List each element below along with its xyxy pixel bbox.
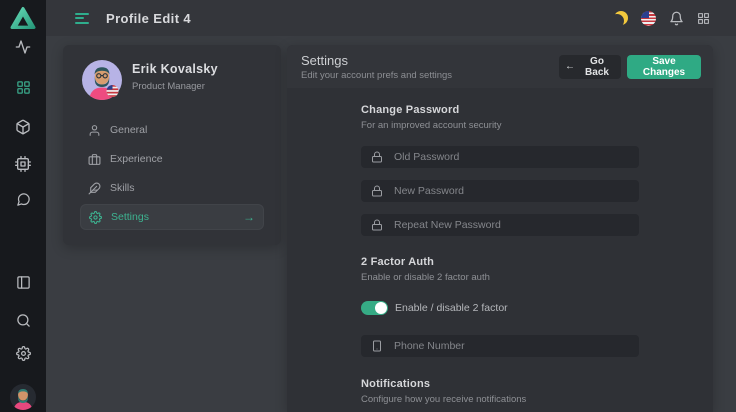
- new-password-input[interactable]: [392, 184, 629, 198]
- gear-icon[interactable]: [0, 346, 46, 361]
- two-factor-subtitle: Enable or disable 2 factor auth: [361, 272, 639, 283]
- topbar: Profile Edit 4: [46, 0, 736, 36]
- go-back-button[interactable]: ← Go Back: [559, 55, 621, 79]
- two-factor-toggle-row: Enable / disable 2 factor: [361, 301, 639, 315]
- notifications-subtitle: Configure how you receive notifications: [361, 394, 639, 405]
- panel-title: Settings: [301, 53, 452, 68]
- notifications-title: Notifications: [361, 378, 639, 391]
- us-flag-icon[interactable]: [641, 11, 656, 26]
- settings-panel: Settings Edit your account prefs and set…: [287, 45, 713, 412]
- menu-item-experience[interactable]: Experience: [80, 146, 264, 172]
- menu-item-label: Experience: [110, 153, 163, 165]
- repeat-password-input[interactable]: [392, 218, 629, 232]
- old-password-field[interactable]: [361, 146, 639, 168]
- new-password-field[interactable]: [361, 180, 639, 202]
- app-window: Profile Edit 4: [0, 0, 736, 412]
- lock-icon: [371, 151, 383, 163]
- briefcase-icon: [88, 153, 101, 166]
- arrow-right-icon: →: [243, 210, 255, 224]
- change-password-subtitle: For an improved account security: [361, 120, 639, 131]
- chat-icon[interactable]: [0, 192, 46, 207]
- repeat-password-field[interactable]: [361, 214, 639, 236]
- sidebar-user-avatar[interactable]: [0, 384, 46, 410]
- change-password-title: Change Password: [361, 104, 639, 117]
- feather-icon: [88, 182, 101, 195]
- lock-icon: [371, 219, 383, 231]
- page-title: Profile Edit 4: [106, 11, 191, 26]
- panel-subtitle: Edit your account prefs and settings: [301, 70, 452, 81]
- profile-menu: General Experience Skills Settings →: [80, 117, 264, 230]
- back-arrow-icon: ←: [565, 61, 575, 72]
- save-changes-button[interactable]: Save Changes: [627, 55, 701, 79]
- menu-item-skills[interactable]: Skills: [80, 175, 264, 201]
- user-icon: [88, 124, 101, 137]
- country-flag-badge: [107, 85, 119, 97]
- box-icon[interactable]: [0, 119, 46, 135]
- profile-avatar: [82, 60, 122, 100]
- sidebar: [0, 0, 46, 412]
- two-factor-toggle[interactable]: [361, 301, 388, 315]
- menu-item-label: Settings: [111, 211, 149, 223]
- menu-toggle-icon[interactable]: [75, 13, 89, 24]
- profile-card: Erik Kovalsky Product Manager General Ex…: [63, 45, 281, 245]
- settings-panel-body: Change Password For an improved account …: [287, 88, 713, 412]
- bell-icon[interactable]: [669, 11, 684, 26]
- two-factor-title: 2 Factor Auth: [361, 256, 639, 269]
- search-icon[interactable]: [0, 313, 46, 328]
- menu-item-label: Skills: [110, 182, 135, 194]
- toggle-knob: [375, 302, 387, 314]
- moon-icon[interactable]: [614, 11, 628, 25]
- two-factor-toggle-label: Enable / disable 2 factor: [395, 302, 508, 314]
- menu-item-label: General: [110, 124, 147, 136]
- smartphone-icon: [371, 340, 383, 352]
- layout-panel-icon[interactable]: [0, 275, 46, 290]
- app-logo-icon: [0, 6, 46, 30]
- content-area: Erik Kovalsky Product Manager General Ex…: [46, 36, 736, 412]
- user-role: Product Manager: [132, 81, 205, 92]
- topbar-actions: [614, 11, 710, 26]
- settings-panel-header: Settings Edit your account prefs and set…: [287, 45, 713, 88]
- cpu-icon[interactable]: [0, 156, 46, 172]
- gear-icon: [89, 211, 102, 224]
- phone-number-field[interactable]: [361, 335, 639, 357]
- lock-icon: [371, 185, 383, 197]
- phone-number-input[interactable]: [392, 339, 629, 353]
- menu-item-settings[interactable]: Settings →: [80, 204, 264, 230]
- apps-grid-icon[interactable]: [697, 12, 710, 25]
- menu-item-general[interactable]: General: [80, 117, 264, 143]
- old-password-input[interactable]: [392, 150, 629, 164]
- user-name: Erik Kovalsky: [132, 62, 218, 76]
- dashboard-grid-icon[interactable]: [0, 80, 46, 95]
- activity-icon[interactable]: [0, 39, 46, 55]
